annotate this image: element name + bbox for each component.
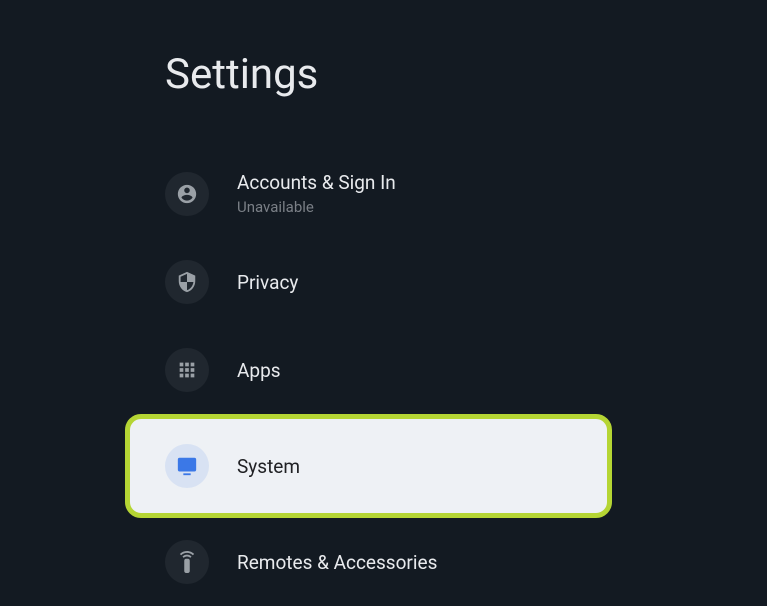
item-label: Accounts & Sign In <box>237 171 396 194</box>
item-text: Apps <box>237 359 281 382</box>
settings-item-privacy[interactable]: Privacy <box>0 238 767 326</box>
monitor-icon <box>165 444 209 488</box>
settings-item-system[interactable]: System <box>125 414 612 518</box>
item-text: Remotes & Accessories <box>237 551 437 574</box>
item-label: Remotes & Accessories <box>237 551 437 574</box>
item-subtext: Unavailable <box>237 198 396 216</box>
item-text: System <box>237 455 300 478</box>
person-icon <box>165 172 209 216</box>
settings-list: Accounts & Sign In Unavailable Privacy A… <box>0 149 767 606</box>
settings-screen: Settings Accounts & Sign In Unavailable … <box>0 0 767 606</box>
item-label: Privacy <box>237 271 298 294</box>
page-title: Settings <box>165 50 767 99</box>
settings-item-accounts[interactable]: Accounts & Sign In Unavailable <box>0 149 767 238</box>
settings-item-apps[interactable]: Apps <box>0 326 767 414</box>
item-label: System <box>237 455 300 478</box>
shield-icon <box>165 260 209 304</box>
item-text: Accounts & Sign In Unavailable <box>237 171 396 216</box>
item-text: Privacy <box>237 271 298 294</box>
item-label: Apps <box>237 359 281 382</box>
apps-grid-icon <box>165 348 209 392</box>
remote-icon <box>165 540 209 584</box>
